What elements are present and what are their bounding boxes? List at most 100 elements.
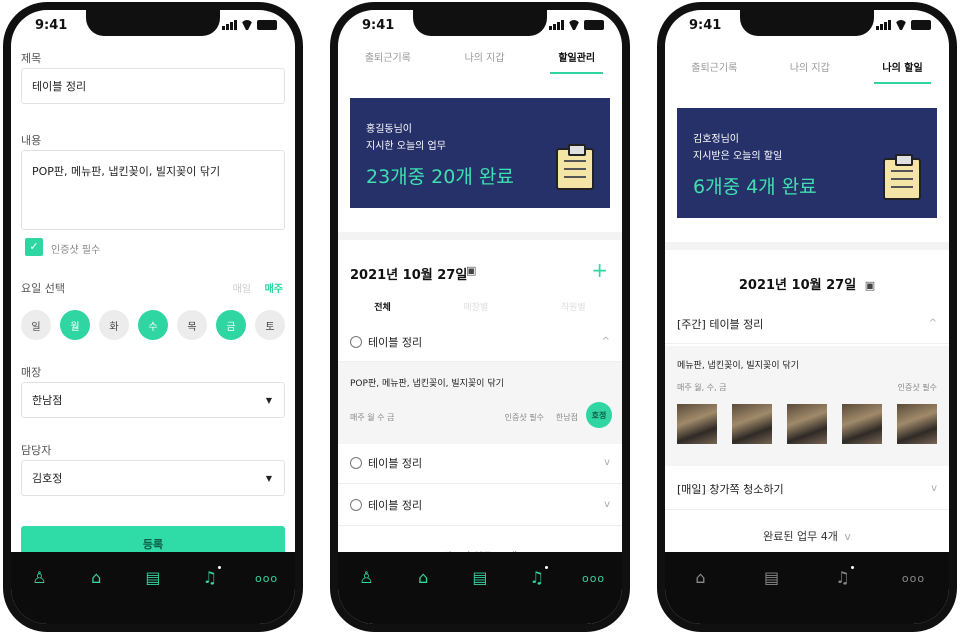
task-detail: POP판, 메뉴판, 냅킨꽂이, 빌지꽂이 닦기 매주 월 수 금 인증샷 필수…	[338, 362, 622, 444]
more-icon[interactable]: ooo	[899, 568, 929, 585]
divider	[665, 242, 949, 250]
day-wed[interactable]: 수	[138, 310, 168, 340]
radio-icon[interactable]	[350, 498, 362, 511]
day-sat[interactable]: 토	[255, 310, 285, 340]
content-textarea[interactable]: POP판, 메뉴판, 냅킨꽂이, 빌지꽂이 닦기	[21, 150, 285, 230]
battery-icon	[911, 20, 931, 30]
assignee-avatar[interactable]: 호정	[586, 402, 612, 428]
calendar-icon[interactable]: ▣	[466, 264, 476, 277]
tab-attendance[interactable]: 출퇴근기록	[683, 60, 745, 84]
chevron-up-icon[interactable]: ^	[929, 318, 937, 329]
content-label: 내용	[21, 134, 42, 147]
filter-all[interactable]: 전체	[374, 300, 391, 313]
calendar-icon[interactable]: ▣	[865, 279, 875, 292]
task-days: 매주 월, 수, 금	[677, 383, 727, 392]
tab-task-manage[interactable]: 할일관리	[550, 50, 604, 74]
more-icon[interactable]: ooo	[579, 568, 609, 585]
date-text: 2021년 10월 27일	[738, 278, 857, 293]
proof-photo[interactable]	[732, 404, 772, 444]
dropdown-icon: ▼	[265, 473, 272, 483]
completed-toggle[interactable]: 완료된 업무 4개 v	[665, 528, 949, 544]
weekly-option[interactable]: 매주	[265, 280, 283, 295]
proof-photo[interactable]	[787, 404, 827, 444]
notch	[740, 10, 874, 36]
assignee-select[interactable]: 김호정 ▼	[21, 460, 285, 496]
document-icon[interactable]: ▤	[757, 568, 787, 587]
tab-attendance[interactable]: 출퇴근기록	[357, 50, 419, 74]
chevron-down-icon[interactable]: v	[604, 457, 610, 468]
title-input[interactable]: 테이블 정리	[21, 68, 285, 104]
task-detail: 메뉴판, 냅킨꽂이, 빌지꽂이 닦기 매주 월, 수, 금 인증샷 필수	[665, 346, 949, 466]
task-title: [매일] 창가쪽 청소하기	[677, 482, 784, 496]
day-mon[interactable]: 월	[60, 310, 90, 340]
bottom-nav: ♙ ⌂ ▤ ♫ ooo	[338, 552, 622, 624]
proof-photo[interactable]	[842, 404, 882, 444]
screen: 9:41 출퇴근기록 나의 지갑 할일관리 홍길동님이 지시한 오늘의 업무 2…	[338, 10, 622, 624]
top-tabs: 출퇴근기록 나의 지갑 나의 할일	[665, 60, 949, 84]
store-value: 한남점	[32, 394, 63, 407]
task-title: 테이블 정리	[368, 498, 423, 512]
notch	[413, 10, 547, 36]
screen: 9:41 출퇴근기록 나의 지갑 나의 할일 김호정님이 지시받은 오늘의 할일…	[665, 10, 949, 624]
proof-photo[interactable]	[677, 404, 717, 444]
status-time: 9:41	[362, 18, 395, 33]
task-row[interactable]: 테이블 정리 v	[338, 484, 622, 526]
tab-wallet[interactable]: 나의 지갑	[782, 60, 838, 84]
chevron-down-icon[interactable]: v	[604, 499, 610, 510]
person-icon[interactable]: ♙	[24, 568, 54, 587]
assignee-label: 담당자	[21, 444, 52, 457]
task-row-expanded[interactable]: 테이블 정리 ^	[338, 322, 622, 362]
task-row[interactable]: 테이블 정리 v	[338, 442, 622, 484]
system-icons	[222, 20, 277, 30]
bell-icon[interactable]: ♫	[195, 566, 225, 587]
date-title: 2021년 10월 27일	[350, 268, 468, 283]
chevron-down-icon[interactable]: v	[931, 483, 937, 494]
day-thu[interactable]: 목	[177, 310, 207, 340]
banner-name: 김호정님이	[693, 134, 739, 145]
task-title: 테이블 정리	[368, 456, 423, 470]
divider	[338, 232, 622, 240]
photo-required-label: 인증샷 필수	[51, 245, 101, 256]
tab-my-tasks[interactable]: 나의 할일	[874, 60, 931, 84]
chevron-up-icon[interactable]: ^	[602, 336, 610, 347]
proof-photo[interactable]	[897, 404, 937, 444]
home-icon[interactable]: ⌂	[81, 568, 111, 587]
summary-banner: 홍길동님이 지시한 오늘의 업무 23개중 20개 완료	[350, 98, 610, 208]
day-tue[interactable]: 화	[99, 310, 129, 340]
task-photo: 인증샷 필수	[897, 383, 937, 392]
status-time: 9:41	[35, 18, 68, 33]
task-days: 매주 월 수 금	[350, 413, 395, 422]
bell-icon[interactable]: ♫	[522, 566, 552, 587]
bell-icon[interactable]: ♫	[828, 566, 858, 587]
photo-gallery	[677, 404, 937, 444]
add-icon[interactable]: +	[591, 258, 608, 282]
home-icon[interactable]: ⌂	[686, 568, 716, 587]
phone-frame-task-form: 9:41 제목 테이블 정리 내용 POP판, 메뉴판, 냅킨꽂이, 빌지꽂이 …	[3, 2, 303, 632]
filter-store[interactable]: 매장별	[463, 300, 488, 313]
bottom-nav: ⌂ ▤ ♫ ooo	[665, 552, 949, 624]
day-fri[interactable]: 금	[216, 310, 246, 340]
day-sun[interactable]: 일	[21, 310, 51, 340]
filter-staff[interactable]: 직원별	[561, 300, 586, 313]
document-icon[interactable]: ▤	[465, 568, 495, 587]
home-icon[interactable]: ⌂	[408, 568, 438, 587]
store-select[interactable]: 한남점 ▼	[21, 382, 285, 418]
document-icon[interactable]: ▤	[138, 568, 168, 587]
day-select-label: 요일 선택	[21, 282, 65, 295]
daily-option[interactable]: 매일	[233, 280, 251, 295]
assignee-value: 김호정	[32, 472, 63, 485]
task-row-expanded[interactable]: [주간] 테이블 정리 ^	[665, 304, 949, 344]
radio-icon[interactable]	[350, 456, 362, 469]
clipboard-icon	[883, 154, 921, 200]
summary-banner: 김호정님이 지시받은 오늘의 할일 6개중 4개 완료	[677, 108, 937, 218]
person-icon[interactable]: ♙	[351, 568, 381, 587]
chevron-down-icon: v	[844, 530, 851, 543]
more-icon[interactable]: ooo	[252, 568, 282, 585]
task-title: 테이블 정리	[368, 335, 423, 349]
radio-icon[interactable]	[350, 335, 362, 348]
task-row[interactable]: [매일] 창가쪽 청소하기 v	[665, 468, 949, 510]
bottom-nav: ♙ ⌂ ▤ ♫ ooo	[11, 552, 295, 624]
tab-wallet[interactable]: 나의 지갑	[457, 50, 513, 74]
photo-required-checkbox[interactable]: ✓	[25, 238, 43, 256]
completed-count: 완료된 업무 4개	[763, 530, 838, 543]
